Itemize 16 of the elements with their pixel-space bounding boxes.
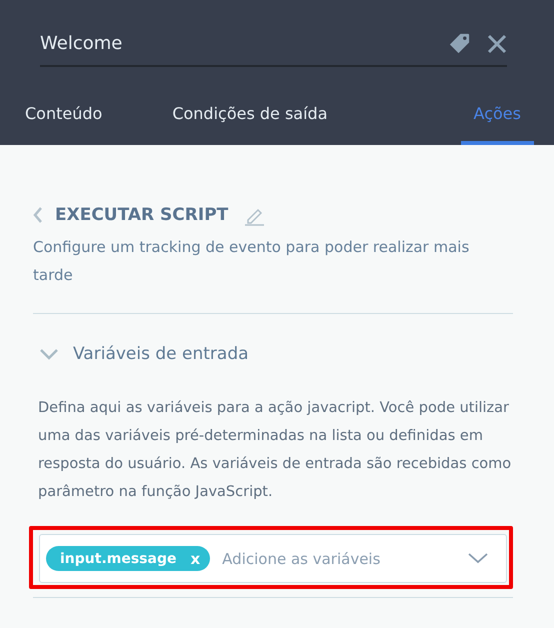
tab[interactable]: Conteúdo [25, 104, 102, 145]
back-icon[interactable] [33, 206, 43, 224]
chevron-down-icon[interactable] [39, 348, 59, 360]
close-icon[interactable] [487, 34, 507, 54]
tag-icon[interactable] [448, 32, 471, 55]
tab[interactable]: Condições de saída [172, 104, 328, 145]
tab[interactable]: Ações [460, 104, 534, 145]
variables-field[interactable]: input.message x Adicione as variáveis [39, 534, 507, 583]
window-title: Welcome [40, 33, 124, 54]
action-description: Configure um tracking de evento para poder realizar mais tarde [33, 237, 470, 286]
section-description: Defina aqui as variáveis para a ação javacript. Você pode utilizar uma das variáveis pré-determinadas na lista ou definidas em resposta do usuário. As variáveis de entrada são recebidas como parâmetro na função JavaScript. [38, 399, 512, 502]
chevron-down-icon[interactable] [468, 553, 488, 564]
action-title: EXECUTAR SCRIPT [55, 205, 228, 225]
section-title: Variáveis de entrada [73, 344, 249, 364]
variable-tag: input.message x [46, 546, 210, 571]
remove-tag-button[interactable]: x [190, 550, 200, 568]
